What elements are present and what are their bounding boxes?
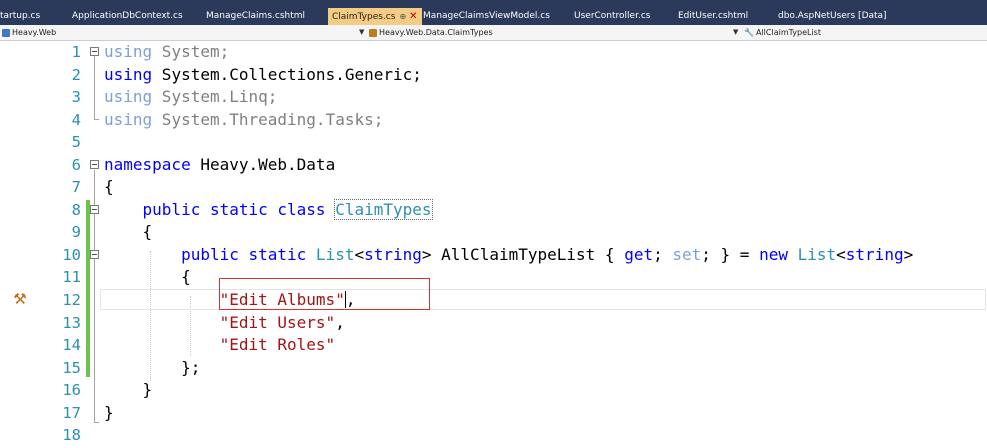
code-text: using System.Threading.Tasks; bbox=[104, 109, 384, 129]
property-icon: 🔧 bbox=[744, 28, 754, 37]
line-number: 4 bbox=[71, 110, 81, 129]
line-number: 9 bbox=[71, 223, 81, 241]
line-number: 7 bbox=[71, 178, 81, 196]
code-line-15: 15 }; bbox=[0, 357, 987, 380]
tab-aspnetusers-data[interactable]: dbo.AspNetUsers [Data] bbox=[778, 9, 887, 23]
project-dropdown[interactable]: Heavy.Web bbox=[2, 25, 56, 40]
line-number: 14 bbox=[62, 336, 81, 354]
project-dropdown-label: Heavy.Web bbox=[12, 28, 57, 37]
code-text: using System; bbox=[104, 42, 230, 61]
code-line-14: 14 "Edit Roles" bbox=[0, 334, 987, 357]
code-line-2: 2 using System.Collections.Generic; bbox=[0, 64, 987, 87]
code-text: "Edit Roles" bbox=[219, 335, 336, 354]
code-text: using System.Linq; bbox=[104, 87, 278, 106]
code-line-18: 18 bbox=[0, 424, 987, 447]
tab-claim-types-label: ClaimTypes.cs bbox=[332, 12, 396, 22]
line-number: 18 bbox=[62, 426, 81, 444]
tab-claim-types[interactable]: ClaimTypes.cs ⊕ ✕ bbox=[328, 8, 422, 25]
tab-manage-claims-view-model[interactable]: ManageClaimsViewModel.cs bbox=[423, 9, 550, 23]
line-number: 16 bbox=[62, 381, 81, 399]
chevron-down-icon[interactable]: ▼ bbox=[359, 25, 364, 40]
code-text: } bbox=[104, 402, 114, 422]
code-text: public static List<string> AllClaimTypeL… bbox=[104, 244, 914, 264]
line-number: 2 bbox=[71, 65, 81, 84]
line-number: 8 bbox=[71, 200, 81, 219]
class-icon bbox=[369, 28, 377, 37]
navigation-bar: Heavy.Web ▼ Heavy.Web.Data.ClaimTypes ▼ … bbox=[0, 25, 987, 41]
tab-startup[interactable]: tartup.cs bbox=[0, 9, 40, 23]
tab-user-controller[interactable]: UserController.cs bbox=[574, 9, 650, 23]
code-line-3: 3 using System.Linq; bbox=[0, 86, 987, 109]
close-icon[interactable]: ✕ bbox=[409, 11, 417, 22]
code-text: } bbox=[104, 380, 153, 399]
code-line-12: ⚒ 12 "Edit Albums", bbox=[0, 289, 987, 312]
line-number: 10 bbox=[62, 245, 81, 264]
line-number: 3 bbox=[71, 88, 81, 106]
code-text: { bbox=[104, 222, 153, 241]
member-dropdown-label: AllClaimTypeList bbox=[755, 28, 821, 37]
line-number: 11 bbox=[62, 268, 81, 286]
code-text: { bbox=[104, 267, 191, 286]
code-text: "Edit Users", bbox=[219, 312, 345, 332]
csharp-project-icon bbox=[2, 28, 10, 37]
code-line-6: 6 namespace Heavy.Web.Data bbox=[0, 154, 987, 177]
collapse-toggle[interactable] bbox=[90, 204, 99, 214]
document-tab-strip: tartup.cs ApplicationDbContext.cs Manage… bbox=[0, 0, 987, 25]
code-text: { bbox=[104, 177, 114, 196]
line-number: 5 bbox=[71, 133, 81, 151]
quick-actions-hammer-icon[interactable]: ⚒ bbox=[10, 289, 30, 309]
code-line-16: 16 } bbox=[0, 379, 987, 402]
code-line-17: 17 } bbox=[0, 402, 987, 425]
code-line-5: 5 bbox=[0, 131, 987, 154]
tab-edit-user[interactable]: EditUser.cshtml bbox=[678, 9, 748, 23]
code-text: namespace Heavy.Web.Data bbox=[104, 154, 336, 174]
tab-application-db-context[interactable]: ApplicationDbContext.cs bbox=[72, 9, 183, 23]
line-number: 17 bbox=[62, 403, 81, 422]
line-number: 1 bbox=[71, 43, 81, 61]
tab-manage-claims-cshtml[interactable]: ManageClaims.cshtml bbox=[206, 9, 305, 23]
code-line-4: 4 using System.Threading.Tasks; bbox=[0, 109, 987, 132]
member-dropdown[interactable]: 🔧 AllClaimTypeList bbox=[744, 25, 821, 40]
code-line-9: 9 { bbox=[0, 221, 987, 244]
code-line-8: 8 public static class ClaimTypes bbox=[0, 198, 987, 222]
annotation-highlight-box bbox=[219, 278, 430, 310]
code-line-13: 13 "Edit Users", bbox=[0, 312, 987, 335]
chevron-down-icon[interactable]: ▼ bbox=[733, 25, 738, 40]
line-number: 6 bbox=[71, 155, 81, 174]
code-text: public static class ClaimTypes bbox=[104, 198, 433, 220]
code-line-10: 10 public static List<string> AllClaimTy… bbox=[0, 244, 987, 267]
code-line-11: 11 { bbox=[0, 266, 987, 289]
line-number: 15 bbox=[62, 358, 81, 377]
type-dropdown[interactable]: Heavy.Web.Data.ClaimTypes bbox=[369, 25, 493, 40]
collapse-toggle[interactable] bbox=[90, 47, 99, 56]
collapse-toggle[interactable] bbox=[90, 159, 99, 169]
class-name-highlight[interactable]: ClaimTypes bbox=[334, 198, 433, 220]
line-number: 12 bbox=[62, 291, 81, 309]
code-line-7: 7 { bbox=[0, 176, 987, 199]
code-editor[interactable]: 1 using System; 2 using System.Collectio… bbox=[0, 41, 987, 448]
code-text: }; bbox=[104, 357, 201, 377]
code-text: using System.Collections.Generic; bbox=[104, 64, 422, 84]
code-line-1: 1 using System; bbox=[0, 41, 987, 64]
pin-icon[interactable]: ⊕ bbox=[399, 12, 406, 21]
line-number: 13 bbox=[62, 313, 81, 332]
collapse-toggle[interactable] bbox=[90, 249, 99, 259]
type-dropdown-label: Heavy.Web.Data.ClaimTypes bbox=[379, 28, 493, 37]
